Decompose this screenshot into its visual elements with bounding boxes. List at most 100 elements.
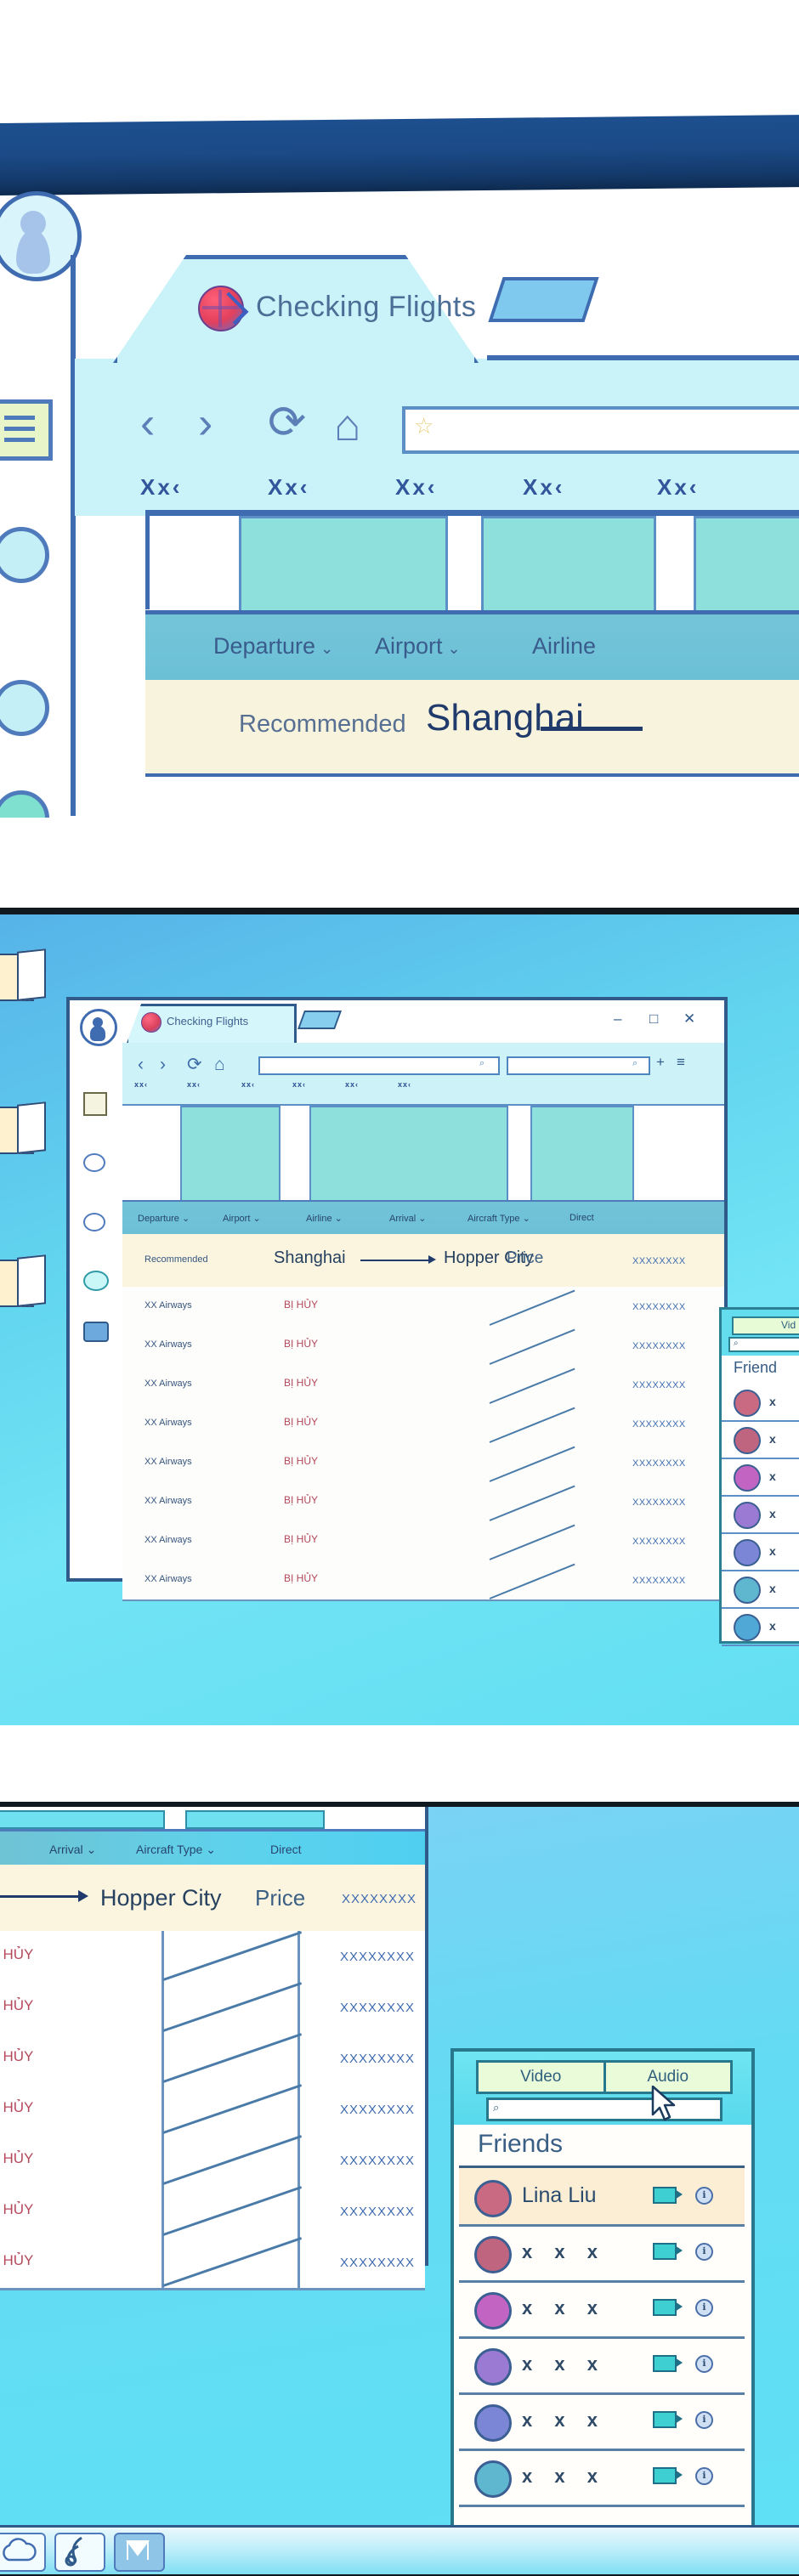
bookmark-chip[interactable] xyxy=(0,1810,165,1829)
address-bar-input[interactable] xyxy=(402,406,799,454)
sidebar-dot-icon-1[interactable] xyxy=(0,527,49,583)
column-header-airport[interactable]: Airport ⌄ xyxy=(375,633,461,660)
video-call-icon[interactable] xyxy=(653,2467,683,2484)
column-header-airline[interactable]: Airline xyxy=(532,633,596,660)
bookmark-label-2[interactable]: xx‹ xyxy=(187,1080,201,1089)
table-row[interactable]: XX Airways BỊ HỦY XXXXXXXX xyxy=(122,1365,724,1406)
maximize-button[interactable]: □ xyxy=(649,1011,658,1028)
user-account-avatar[interactable] xyxy=(0,191,82,281)
video-call-icon[interactable] xyxy=(653,2243,683,2260)
video-audio-tabs[interactable]: Video Audio xyxy=(476,2060,733,2094)
friend-list-item[interactable]: x x xℹ xyxy=(459,2336,745,2395)
bookmark-label-5[interactable]: xx‹ xyxy=(345,1080,359,1089)
forward-icon[interactable]: › xyxy=(198,401,212,445)
column-header-arrival[interactable]: Arrival ⌄ xyxy=(389,1213,426,1224)
bookmark-label-1[interactable]: Xx‹ xyxy=(140,474,182,501)
content-thumbnail[interactable] xyxy=(239,516,448,614)
desktop-folder-icon[interactable] xyxy=(0,948,48,1001)
video-call-icon[interactable] xyxy=(653,2187,683,2204)
table-row[interactable]: XX Airways BỊ HỦY XXXXXXXX xyxy=(122,1443,724,1484)
table-row[interactable]: XX Airways BỊ HỦY XXXXXXXX xyxy=(122,1482,724,1523)
table-row[interactable]: XX Airways BỊ HỦY XXXXXXXX xyxy=(122,1287,724,1328)
desktop-folder-icon[interactable] xyxy=(0,1254,48,1307)
content-thumbnail[interactable] xyxy=(180,1106,280,1203)
taskbar-mail-icon[interactable] xyxy=(114,2533,165,2572)
list-item[interactable]: x xyxy=(722,1570,799,1609)
taskbar-music-note-icon[interactable] xyxy=(54,2533,105,2572)
table-row[interactable]: Ị HỦY XXXXXXXX xyxy=(0,1931,425,1984)
video-audio-tabs[interactable]: Vid xyxy=(732,1316,799,1335)
forward-icon[interactable]: › xyxy=(160,1055,166,1075)
bookmark-label-2[interactable]: Xx‹ xyxy=(268,474,309,501)
table-row[interactable]: XX Airways BỊ HỦY XXXXXXXX xyxy=(122,1521,724,1562)
friend-list-item[interactable]: x x xℹ xyxy=(459,2224,745,2283)
list-item[interactable]: x xyxy=(722,1495,799,1534)
content-thumbnail[interactable] xyxy=(694,516,799,614)
new-tab-button[interactable] xyxy=(297,1011,343,1029)
bookmark-label-1[interactable]: xx‹ xyxy=(134,1080,148,1089)
info-icon[interactable]: ℹ xyxy=(695,2299,713,2317)
table-row[interactable]: Ị HỦY XXXXXXXX xyxy=(0,2084,425,2137)
list-item[interactable]: x xyxy=(722,1458,799,1497)
taskbar-cloud-icon[interactable] xyxy=(0,2533,46,2572)
friends-search-input[interactable] xyxy=(486,2098,722,2121)
home-icon[interactable]: ⌂ xyxy=(214,1055,225,1075)
content-thumbnail[interactable] xyxy=(309,1106,508,1203)
rail-chat-icon[interactable] xyxy=(83,1271,109,1291)
friend-list-item[interactable]: x x xℹ xyxy=(459,2280,745,2339)
bookmark-star-icon[interactable]: ☆ xyxy=(414,413,434,439)
bookmark-label-4[interactable]: xx‹ xyxy=(292,1080,306,1089)
video-call-icon[interactable] xyxy=(653,2411,683,2428)
list-item[interactable]: x xyxy=(722,1607,799,1646)
search-input[interactable] xyxy=(507,1056,650,1075)
column-header-airport[interactable]: Airport ⌄ xyxy=(223,1213,261,1224)
friend-list-item[interactable]: Lina Liu ℹ xyxy=(459,2168,745,2227)
close-button[interactable]: ✕ xyxy=(683,1011,695,1028)
table-row[interactable]: XX Airways BỊ HỦY XXXXXXXX xyxy=(122,1326,724,1367)
column-header-departure[interactable]: Departure ⌄ xyxy=(138,1213,190,1224)
info-icon[interactable]: ℹ xyxy=(695,2411,713,2429)
video-call-icon[interactable] xyxy=(653,2299,683,2316)
table-row[interactable]: Ị HỦY XXXXXXXX xyxy=(0,2033,425,2086)
reload-icon[interactable]: ⟳ xyxy=(187,1054,202,1075)
add-tab-icon[interactable]: + xyxy=(656,1054,665,1071)
address-bar-input[interactable] xyxy=(258,1056,500,1075)
info-icon[interactable]: ℹ xyxy=(695,2187,713,2205)
bookmark-label-6[interactable]: xx‹ xyxy=(398,1080,411,1089)
hamburger-menu-icon[interactable] xyxy=(0,399,53,461)
table-row[interactable]: Ị HỦY XXXXXXXX xyxy=(0,2135,425,2188)
friend-list-item[interactable]: x x xℹ xyxy=(459,2449,745,2507)
rail-dot-icon-2[interactable] xyxy=(83,1213,105,1231)
rail-dot-icon-1[interactable] xyxy=(83,1153,105,1172)
sidebar-dot-icon-3[interactable] xyxy=(0,790,49,818)
recommended-row[interactable]: Recommended Shanghai Hopper City Price X… xyxy=(122,1234,724,1288)
column-header-arrival[interactable]: Arrival ⌄ xyxy=(49,1843,96,1857)
list-item[interactable]: x xyxy=(722,1383,799,1422)
column-header-airline[interactable]: Airline ⌄ xyxy=(306,1213,343,1224)
reload-icon[interactable]: ⟳ xyxy=(268,399,306,445)
content-thumbnail[interactable] xyxy=(530,1106,634,1203)
list-item[interactable]: x xyxy=(722,1532,799,1571)
video-call-icon[interactable] xyxy=(653,2355,683,2372)
home-icon[interactable]: ⌂ xyxy=(334,404,360,448)
info-icon[interactable]: ℹ xyxy=(695,2243,713,2261)
table-row[interactable]: Ị HỦY XXXXXXXX xyxy=(0,1982,425,2035)
user-account-avatar[interactable] xyxy=(80,1009,117,1046)
tab-video[interactable]: Video xyxy=(479,2063,606,2092)
rail-video-icon[interactable] xyxy=(83,1322,109,1342)
info-icon[interactable]: ℹ xyxy=(695,2355,713,2373)
bookmark-chip[interactable] xyxy=(185,1810,325,1829)
minimize-button[interactable]: – xyxy=(614,1011,621,1028)
content-thumbnail[interactable] xyxy=(481,516,656,614)
column-header-aircraft-type[interactable]: Aircraft Type ⌄ xyxy=(468,1213,530,1224)
info-icon[interactable]: ℹ xyxy=(695,2467,713,2485)
column-header-departure[interactable]: Departure ⌄ xyxy=(213,633,333,660)
bookmark-label-5[interactable]: Xx‹ xyxy=(657,474,699,501)
recommended-row[interactable]: Recommended Shanghai xyxy=(145,680,799,777)
back-icon[interactable]: ‹ xyxy=(140,401,155,445)
column-header-direct[interactable]: Direct xyxy=(270,1843,302,1856)
table-row[interactable]: XX Airways BỊ HỦY XXXXXXXX xyxy=(122,1560,724,1601)
friend-list-item[interactable]: x x xℹ xyxy=(459,2392,745,2451)
new-tab-button[interactable] xyxy=(488,277,599,322)
table-row[interactable]: Ị HỦY XXXXXXXX xyxy=(0,2186,425,2239)
